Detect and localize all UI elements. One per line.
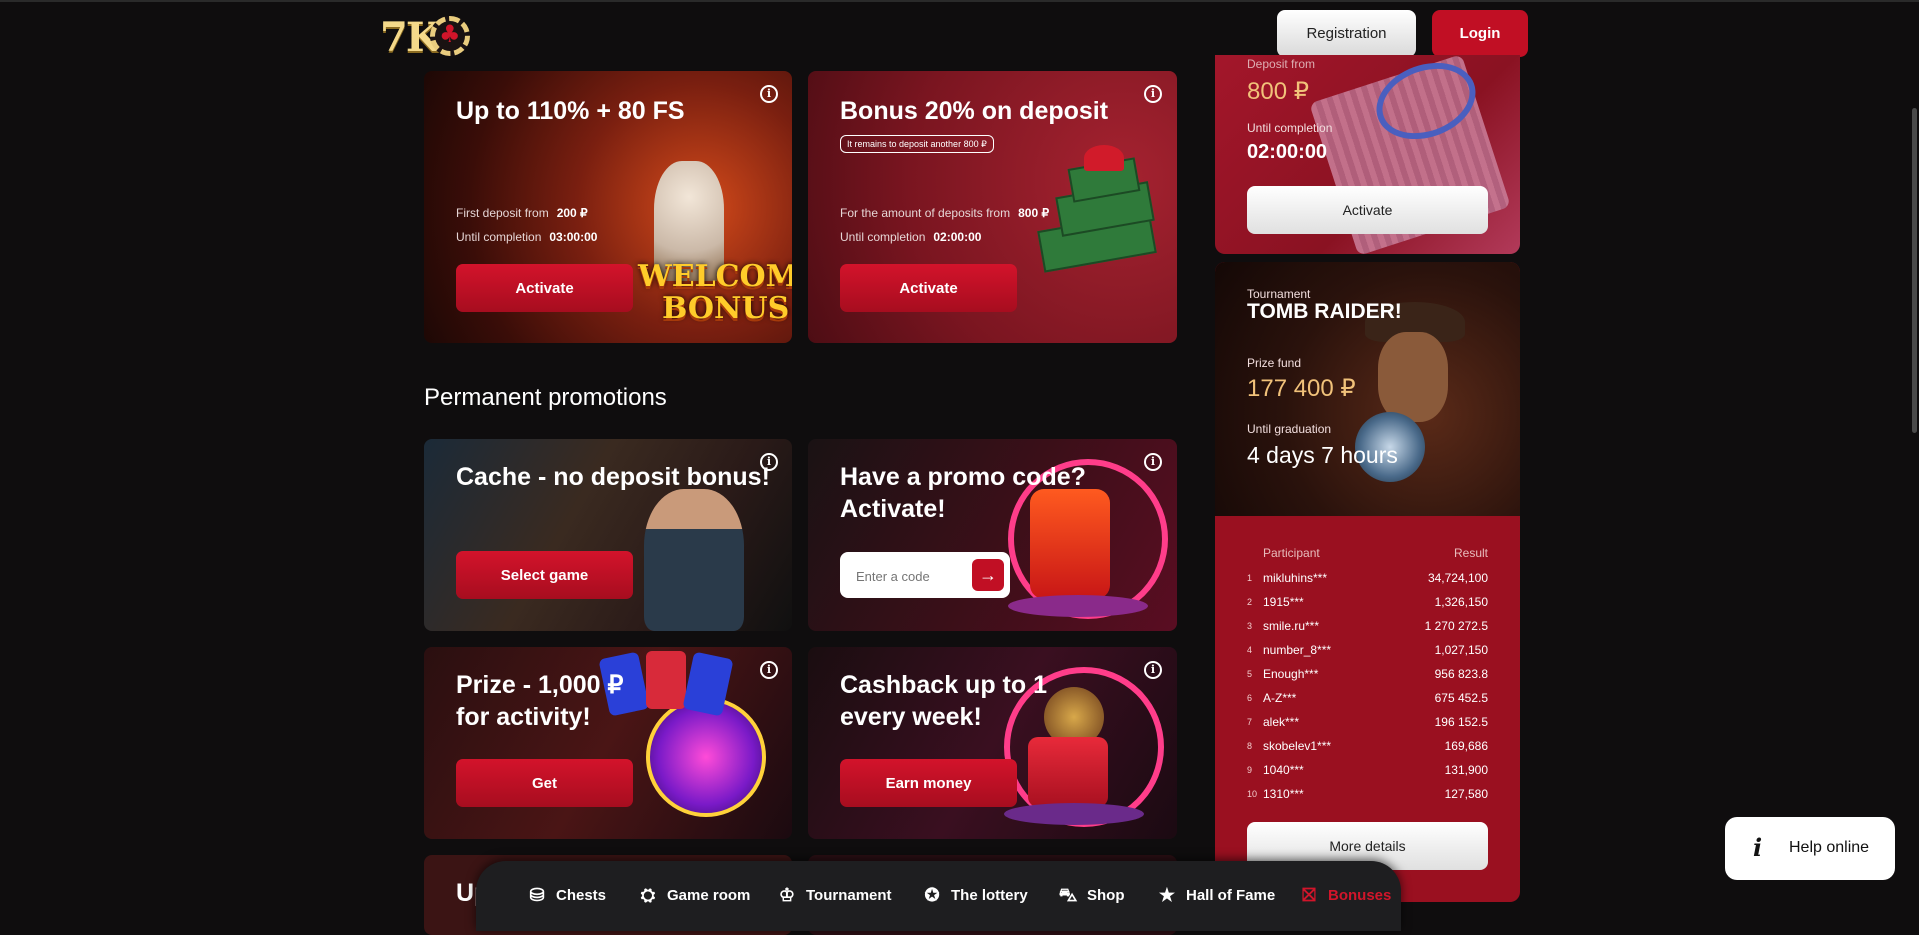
prize-fund-label: Prize fund [1247,356,1302,370]
slot-machine-illustration [1030,489,1110,599]
info-icon[interactable]: i [760,85,778,103]
info-icon[interactable]: i [760,661,778,679]
first-deposit-line: First deposit from 200 ₽ [456,206,588,220]
sidebar-deposit-bonus: Deposit from 800 ₽ Until completion 02:0… [1215,55,1520,254]
leaderboard-row: 10 1310*** 127,580 [1247,787,1488,801]
nav-item-chests[interactable]: ⛁ Chests [526,881,606,909]
promo-title-line-1: Cashback up to 1 [840,671,1047,699]
activate-button[interactable]: Activate [456,264,633,312]
tournament-panel: Tournament TOMB RAIDER! Prize fund 177 4… [1215,262,1520,902]
promo-code-field[interactable]: → [840,552,1010,600]
site-logo[interactable]: 7K ♣ [380,10,476,62]
earn-money-button[interactable]: Earn money [840,759,1017,807]
arrow-right-icon: → [979,564,997,585]
promo-title: Cache - no deposit bonus! [456,463,770,491]
promo-title-line-2: every week! [840,703,982,731]
roulette-illustration [646,697,766,817]
slot-machine-illustration [1028,737,1108,807]
promo-card-welcome: Up to 110% + 80 FS i WELCOME BONUS First… [424,71,792,343]
remaining-deposit-badge: It remains to deposit another 800 ₽ [840,135,994,153]
promo-card-deposit-bonus: Bonus 20% on deposit i It remains to dep… [808,71,1177,343]
submit-code-button[interactable]: → [972,559,1004,591]
leaderboard-row: 6 A-Z*** 675 452.5 [1247,691,1488,705]
until-graduation-value: 4 days 7 hours [1247,442,1398,468]
info-icon[interactable]: i [1144,453,1162,471]
until-label: Until completion [1247,121,1333,135]
select-game-button[interactable]: Select game [456,551,633,599]
until-completion-line: Until completion 03:00:00 [456,230,598,244]
leaderboard-row: 2 1915*** 1,326,150 [1247,595,1488,609]
chest-icon: ⛁ [529,885,545,905]
info-icon[interactable]: i [1144,85,1162,103]
nav-item-game-room[interactable]: ⛭ Game room [637,881,751,909]
gift-icon: ⛝ [1302,885,1316,905]
bag-icon: ⛍ [1058,885,1078,905]
deposit-amount-line: For the amount of deposits from 800 ₽ [840,206,1050,220]
promo-title: Up to 110% + 80 FS [456,97,685,125]
leaderboard-row: 1 mikluhins*** 34,724,100 [1247,571,1488,585]
promo-code-input[interactable] [854,552,968,600]
ticket-icon: ✪ [924,885,940,905]
promo-title-line-2: Activate! [840,495,946,523]
tournament-name: TOMB RAIDER! [1247,300,1402,323]
leaderboard-row: 4 number_8*** 1,027,150 [1247,643,1488,657]
login-button[interactable]: Login [1432,10,1528,57]
promo-title: Bonus 20% on deposit [840,97,1109,125]
bottom-nav: ⛁ Chests ⛭ Game room ♔ Tournament ✪ The lott… [476,861,1401,931]
help-online-button[interactable]: i Help online [1725,817,1895,880]
sidebar-activate-button[interactable]: Activate [1247,186,1488,234]
registration-button[interactable]: Registration [1277,10,1416,57]
header: 7K ♣ Registration Login [0,0,1919,68]
section-title: Permanent promotions [424,384,667,411]
activate-button[interactable]: Activate [840,264,1017,312]
club-icon: ♣ [439,20,461,48]
star-figure-icon: ★ [1158,885,1176,905]
deposit-value: 800 ₽ [1247,78,1309,105]
leaderboard-row: 3 smile.ru*** 1 270 272.5 [1247,619,1488,633]
leaderboard-row: 7 alek*** 196 152.5 [1247,715,1488,729]
nav-item-hall-of-fame[interactable]: ★ Hall of Fame [1156,881,1275,909]
help-label: Help online [1789,839,1870,856]
host-illustration [644,489,744,631]
promo-card-promo-code: Have a promo code? Activate! i [808,439,1177,631]
nav-item-tournament[interactable]: ♔ Tournament [776,881,892,909]
trophy-icon: ♔ [778,885,796,905]
info-icon: i [1753,833,1763,862]
nav-item-shop[interactable]: ⛍ Shop [1057,881,1125,909]
prize-fund-value: 177 400 ₽ [1247,375,1356,402]
nav-item-bonuses[interactable]: ⛝ Bonuses [1298,881,1391,909]
poker-chip-icon: ⛭ [640,885,656,905]
bonus-art-text: BONUS [662,291,790,326]
until-value: 02:00:00 [1247,141,1328,163]
leaderboard-row: 8 skobelev1*** 169,686 [1247,739,1488,753]
info-icon[interactable]: i [1144,661,1162,679]
result-column-header: Result [1453,546,1488,560]
leaderboard-row: 9 1040*** 131,900 [1247,763,1488,777]
promo-card-cashback: Cashback up to 1 every week! i Earn mone… [808,647,1177,839]
scrollbar-thumb[interactable] [1912,108,1917,433]
welcome-art-text: WELCOME [638,259,792,294]
tournament-kicker: Tournament [1247,287,1311,301]
deposit-label: Deposit from [1247,57,1316,71]
promo-title-line-2: for activity! [456,703,591,731]
info-icon[interactable]: i [760,453,778,471]
until-graduation-label: Until graduation [1247,422,1332,436]
get-button[interactable]: Get [456,759,633,807]
until-completion-line: Until completion 02:00:00 [840,230,982,244]
promo-card-activity-prize: Prize - 1,000 ₽ for activity! i Get [424,647,792,839]
participant-column-header: Participant [1263,546,1320,560]
nav-item-lottery[interactable]: ✪ The lottery [921,881,1027,909]
promo-title-line-1: Have a promo code? [840,463,1086,491]
promo-title-line-1: Prize - 1,000 ₽ [456,671,624,699]
promo-card-no-deposit: Cache - no deposit bonus! i Select game [424,439,792,631]
leaderboard-row: 5 Enough*** 956 823.8 [1247,667,1488,681]
